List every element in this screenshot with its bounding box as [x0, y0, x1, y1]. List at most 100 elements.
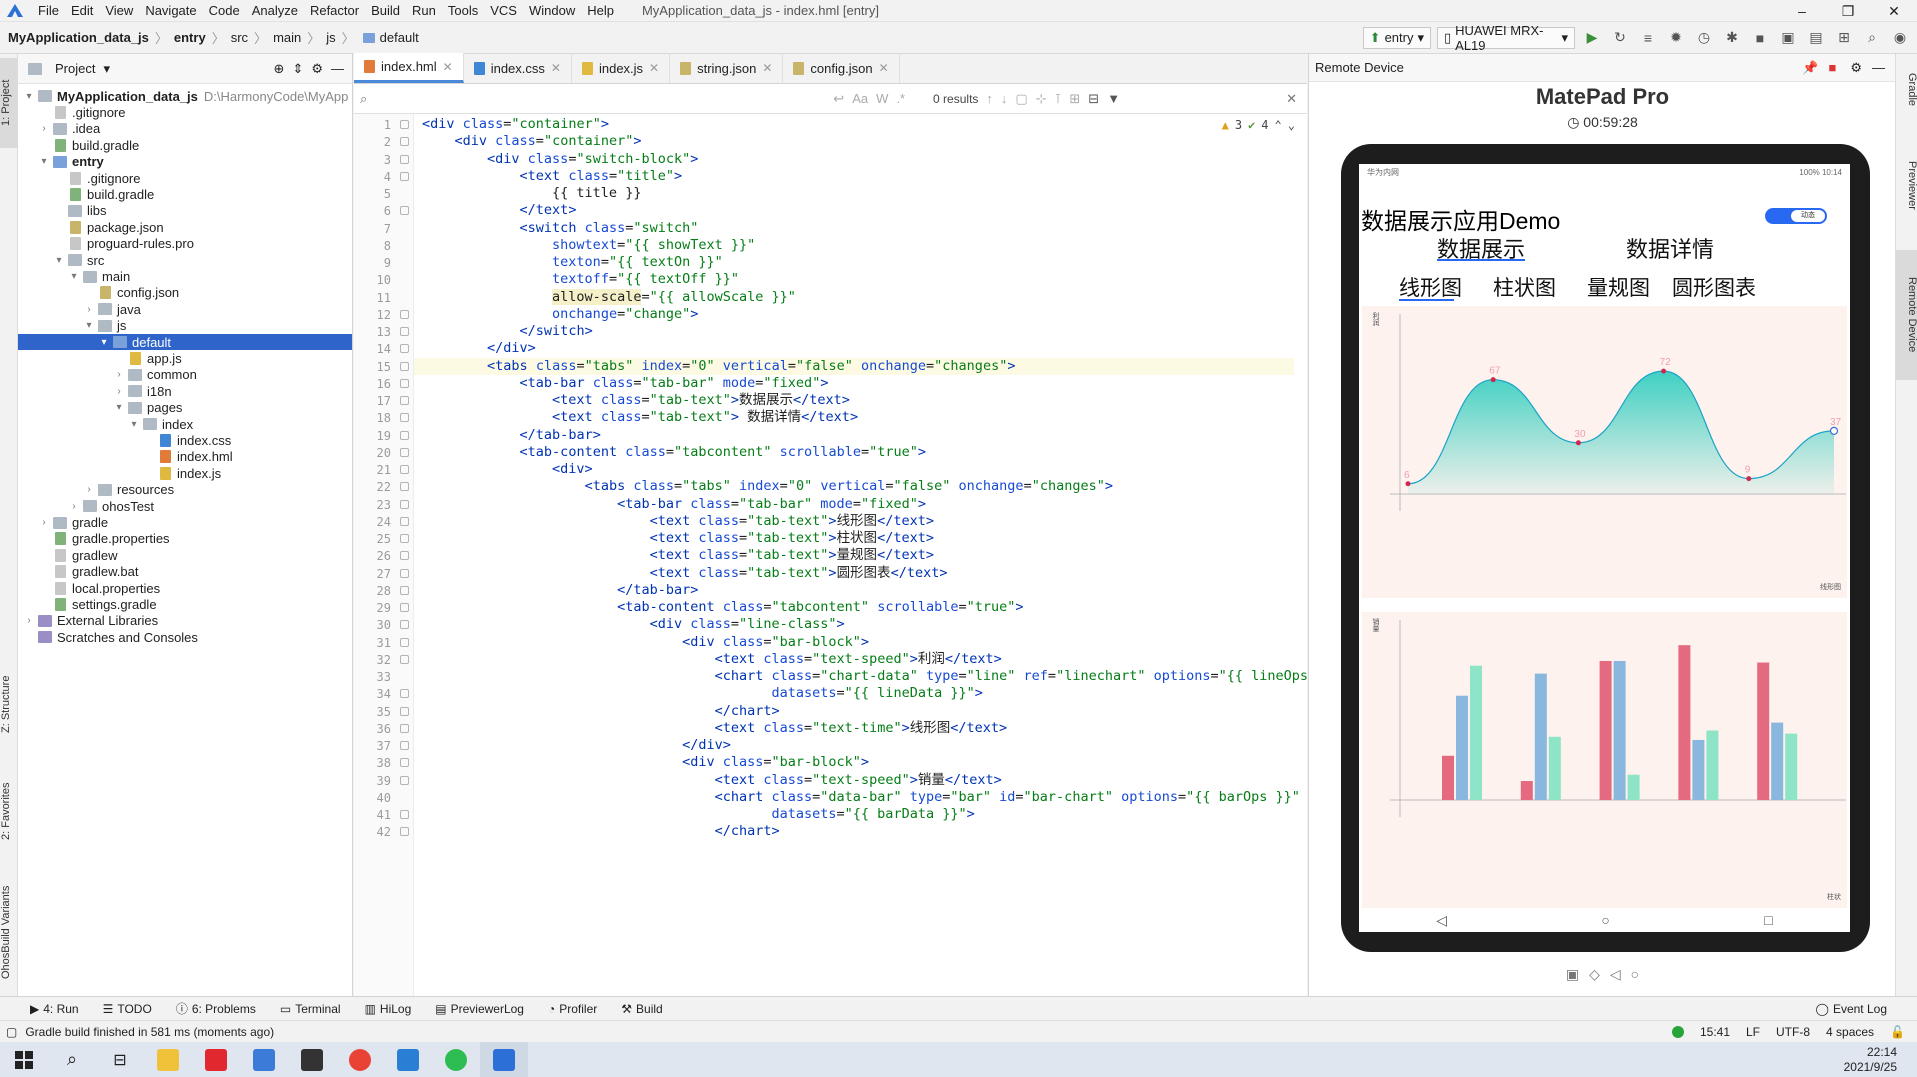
device-screen[interactable]: 华为内网 100% 10:14 数据展示应用Demo 动态 数据展示 数据详情 … — [1359, 164, 1850, 932]
search-icon[interactable]: ⌕ — [1861, 27, 1883, 49]
fold-marker-icon[interactable] — [400, 327, 409, 336]
collapsed-arrow-icon[interactable]: › — [22, 615, 36, 626]
breadcrumb-item[interactable]: js — [326, 30, 335, 45]
rerun-icon[interactable]: ↻ — [1609, 27, 1631, 49]
terminal-icon[interactable] — [288, 1042, 336, 1077]
tab-bar-chart[interactable]: 柱状图 — [1493, 272, 1556, 302]
file-explorer-icon[interactable] — [144, 1042, 192, 1077]
run-icon[interactable]: ▶ — [1581, 27, 1603, 49]
tree-item[interactable]: settings.gradle — [18, 596, 352, 612]
app-icon[interactable] — [240, 1042, 288, 1077]
tree-item[interactable]: proguard-rules.pro — [18, 236, 352, 252]
menu-tools[interactable]: Tools — [442, 0, 484, 22]
tree-item[interactable]: ▾ default — [18, 334, 352, 351]
restore-icon[interactable]: ❐ — [1825, 0, 1871, 22]
expanded-arrow-icon[interactable]: ▾ — [82, 320, 96, 331]
device-manager-icon[interactable]: ▤ — [1805, 27, 1827, 49]
fold-marker-icon[interactable] — [400, 396, 409, 405]
find-input[interactable] — [375, 88, 825, 110]
close-tab-icon[interactable]: ✕ — [649, 61, 659, 75]
fold-marker-icon[interactable] — [400, 706, 409, 716]
fold-marker-icon[interactable] — [400, 378, 409, 388]
tree-item[interactable]: index.hml — [18, 449, 352, 465]
tree-item[interactable]: index.css — [18, 432, 352, 448]
bottom-tab[interactable]: ▭ Terminal — [268, 1000, 353, 1017]
editor-tab[interactable]: string.json ✕ — [670, 53, 784, 83]
fold-marker-icon[interactable] — [400, 465, 409, 474]
prev-match-icon[interactable]: ↑ — [986, 91, 993, 106]
expanded-arrow-icon[interactable]: ▾ — [67, 271, 81, 282]
tool-tab-previewer[interactable]: Previewer — [1896, 140, 1917, 230]
menu-window[interactable]: Window — [523, 0, 581, 22]
fold-marker-icon[interactable] — [400, 344, 409, 354]
close-tab-icon[interactable]: ✕ — [879, 61, 889, 75]
hide-panel-icon[interactable]: — — [1872, 60, 1885, 75]
device-select[interactable]: ▯ HUAWEI MRX-AL19 ▾ — [1437, 23, 1575, 53]
tree-item[interactable]: › gradle — [18, 514, 352, 530]
editor-tab[interactable]: index.js ✕ — [572, 53, 671, 83]
fold-marker-icon[interactable] — [400, 137, 409, 147]
fold-marker-icon[interactable] — [400, 741, 409, 750]
close-tab-icon[interactable]: ✕ — [443, 60, 453, 74]
whole-words-icon[interactable]: W — [876, 91, 888, 106]
windows-start-icon[interactable] — [0, 1042, 48, 1077]
project-structure-icon[interactable]: ⊞ — [1833, 27, 1855, 49]
lock-icon[interactable]: 🔓 — [1890, 1025, 1905, 1039]
editor-tab[interactable]: index.hml ✕ — [354, 53, 464, 83]
menu-build[interactable]: Build — [365, 0, 406, 22]
vscode-icon[interactable] — [384, 1042, 432, 1077]
bottom-tab[interactable]: ⓘ 6: Problems — [164, 1000, 268, 1017]
expanded-arrow-icon[interactable]: ▾ — [37, 156, 51, 167]
tree-item[interactable]: › External Libraries — [18, 613, 352, 629]
tree-item[interactable]: › .idea — [18, 121, 352, 137]
fold-marker-icon[interactable] — [400, 775, 409, 785]
tree-item[interactable]: build.gradle — [18, 186, 352, 202]
stop-icon[interactable]: ■ — [1749, 27, 1771, 49]
tree-item[interactable]: gradle.properties — [18, 531, 352, 547]
tree-item[interactable]: ▾ src — [18, 252, 352, 268]
editor-tab[interactable]: index.css ✕ — [464, 53, 572, 83]
tree-item[interactable]: gradlew.bat — [18, 564, 352, 580]
expanded-arrow-icon[interactable]: ▾ — [22, 91, 36, 102]
wechat-icon[interactable] — [432, 1042, 480, 1077]
recents-icon[interactable]: □ — [1764, 912, 1772, 928]
tree-item[interactable]: ▾ MyApplication_data_js D:\HarmonyCode\MyA… — [18, 88, 352, 104]
fold-marker-icon[interactable] — [400, 206, 409, 216]
collapsed-arrow-icon[interactable]: › — [112, 386, 126, 397]
dynamic-switch[interactable]: 动态 — [1765, 208, 1827, 224]
close-tab-icon[interactable]: ✕ — [762, 61, 772, 75]
tree-item[interactable]: ▾ index — [18, 416, 352, 432]
menu-run[interactable]: Run — [406, 0, 442, 22]
back-icon[interactable]: ◁ — [1436, 912, 1447, 929]
tree-item[interactable]: › common — [18, 367, 352, 383]
indent-setting[interactable]: 4 spaces — [1826, 1025, 1874, 1039]
bottom-tab[interactable]: ▶ 4: Run — [18, 1000, 91, 1017]
profile-icon[interactable]: ◷ — [1693, 27, 1715, 49]
collapsed-arrow-icon[interactable]: › — [37, 517, 51, 528]
fold-marker-icon[interactable] — [400, 361, 409, 371]
tree-item[interactable]: .gitignore — [18, 170, 352, 186]
device-back-icon[interactable]: ◁ — [1610, 966, 1621, 983]
line-separator[interactable]: LF — [1746, 1025, 1760, 1039]
home-icon[interactable]: ○ — [1601, 912, 1609, 928]
code-area[interactable]: 1 2 3 4 5 6 7 8 9 10 11 12 13 14 15 16 17 18 19 20 21 22 23 24 2… — [354, 114, 1307, 996]
hide-panel-icon[interactable]: — — [331, 61, 344, 76]
tree-item[interactable]: libs — [18, 203, 352, 219]
tab-data-detail[interactable]: 数据详情 — [1626, 232, 1714, 264]
fold-marker-icon[interactable] — [400, 810, 409, 819]
debug-icon[interactable]: ✹ — [1665, 27, 1687, 49]
tree-item[interactable]: local.properties — [18, 580, 352, 596]
select-all-occurrences-icon[interactable]: ⊞ — [1069, 91, 1080, 107]
fold-marker-icon[interactable] — [400, 413, 409, 423]
fold-marker-icon[interactable] — [400, 603, 409, 612]
tree-item[interactable]: ▾ main — [18, 268, 352, 284]
collapsed-arrow-icon[interactable]: › — [67, 501, 81, 512]
filter-icon[interactable]: ▼ — [1107, 91, 1120, 106]
attach-debugger-icon[interactable]: ✱ — [1721, 27, 1743, 49]
select-all-icon[interactable]: ▢ — [1015, 91, 1027, 107]
tree-item[interactable]: Scratches and Consoles — [18, 629, 352, 645]
tree-item[interactable]: ▾ entry — [18, 154, 352, 170]
bottom-tab[interactable]: ⚒ Build — [609, 1000, 674, 1017]
match-case-icon[interactable]: Aa — [852, 91, 868, 106]
expanded-arrow-icon[interactable]: ▾ — [52, 255, 66, 266]
